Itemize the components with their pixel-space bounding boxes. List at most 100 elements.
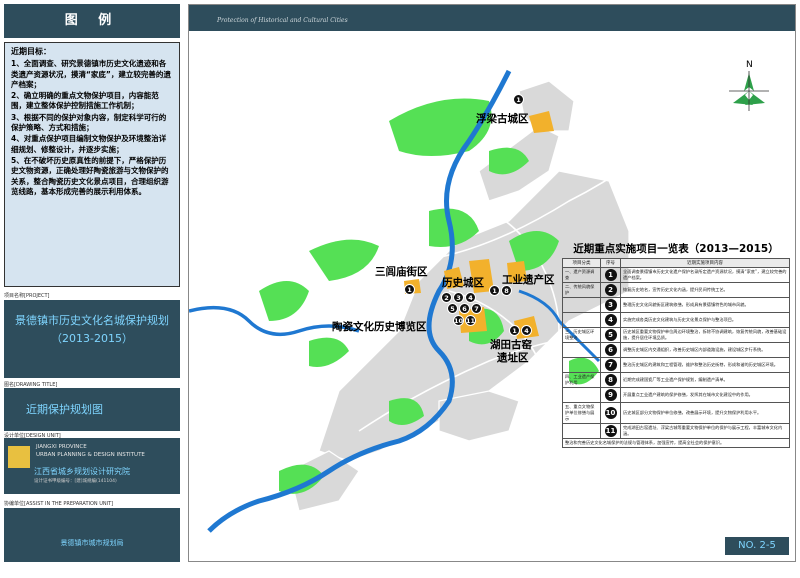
table-row: 9 开展重点工业遗产建筑的保护修缮，发挥其在城市文化建设中的作用。 xyxy=(562,387,790,403)
goal-item: 1、全面调查、研究景德镇市历史文化遗迹和各类遗产资源状况，摸清“家底”，建立较完… xyxy=(11,59,171,89)
row-number: 8 xyxy=(604,374,617,386)
row-number: 1 xyxy=(604,269,617,281)
unit-cert: 设计证书甲级编号：[建]城规编(141104) xyxy=(34,479,117,484)
sheet-number: NO. 2-5 xyxy=(725,537,789,555)
table-header: 序号 xyxy=(600,258,621,268)
table-cell-category xyxy=(562,357,601,373)
goal-item: 4、对重点保护项目编制文物保护及环境整治详细规划、修整设计，并逐步实施； xyxy=(11,134,167,154)
project-table: 近期重点实施项目一览表（2013—2015） 项目分类 序号 近期实施项目内容 … xyxy=(562,241,790,448)
table-cell-text: 整理历史文化风貌街区建筑修缮，形成具有景德镇特色的城市风貌。 xyxy=(620,297,790,313)
table-cell-category xyxy=(562,387,601,403)
table-cell-category xyxy=(562,297,601,313)
top-banner: Protection of Historical and Cultural Ci… xyxy=(189,5,795,31)
map-marker-10: 10 xyxy=(453,315,464,326)
table-title: 近期重点实施项目一览表（2013—2015） xyxy=(573,243,779,255)
design-unit-panel: JIANGXI PROVINCE URBAN PLANNING & DESIGN… xyxy=(4,438,180,494)
table-row: 4 实施完成各类历史文化建筑与历史文化景点保护与整治项目。 xyxy=(562,312,790,328)
map-marker-6: 6 xyxy=(459,303,470,314)
table-row: 11 完成湖田古窑遗址、浮梁古城等重要文物保护单位的保护与展示工程，丰富城市文化内… xyxy=(562,423,790,439)
table-row: 五、重点文物保护单位修缮与展示 10 历史城区部分文物保护单位修缮，改善展示环境，提… xyxy=(562,402,790,424)
map-marker-11: 11 xyxy=(465,315,476,326)
label-fuliang: 浮梁古城区 xyxy=(476,113,529,125)
table-header: 近期实施项目内容 xyxy=(620,258,790,268)
assist-label: 协编单位[ASSIST IN THE PREPARATION UNIT] xyxy=(4,501,114,507)
map-marker-2: 2 xyxy=(441,292,452,303)
goals-panel: 近期目标： 1、全面调查、研究景德镇市历史文化遗迹和各类遗产资源状况，摸清“家底… xyxy=(4,42,180,287)
goal-item: 5、在不破坏历史原真性的前提下，严格保护历史文物资源，正确处理好陶瓷旅游与文物保… xyxy=(11,155,169,196)
map-marker-4b: 4 xyxy=(521,325,532,336)
table-cell-category xyxy=(562,312,601,328)
north-arrow-icon: N xyxy=(729,60,769,111)
table-cell-text: 历史城区重要文物保护单位周边环境整治，拆除不协调建筑，恢复传统风貌，改善基础设施… xyxy=(620,327,790,343)
map-marker-8: 8 xyxy=(501,285,512,296)
table-cell-text: 开展重点工业遗产建筑的保护修缮，发挥其在城市文化建设中的作用。 xyxy=(620,387,790,403)
label-sanlv: 三闾庙街区 xyxy=(375,266,428,278)
table-header: 项目分类 xyxy=(562,258,601,268)
table-cell-text: 恢复历史地名，宣传历史文化内涵，提升民间传统工艺。 xyxy=(620,282,790,298)
row-number: 4 xyxy=(604,314,617,326)
table-cell-category: 三、历史城区环境整治 xyxy=(562,327,601,343)
map-marker-7: 7 xyxy=(471,303,482,314)
north-label: N xyxy=(746,60,753,70)
table-cell-text: 近期完成建国瓷厂等工业遗产保护规划，编制遗产清单。 xyxy=(620,372,790,388)
table-cell-category: 四、工业遗产保护利用 xyxy=(562,372,601,388)
row-number: 10 xyxy=(604,407,617,419)
goal-item: 3、根据不同的保护对象内容，制定科学可行的保护策略、方式和措施； xyxy=(11,112,167,133)
legend-title: 图 例 xyxy=(4,4,180,38)
assist-unit: 景德镇市城市规划局 xyxy=(4,508,180,562)
map-marker-5: 5 xyxy=(447,303,458,314)
map-panel: Protection of Historical and Cultural Ci… xyxy=(188,4,796,562)
table-cell-text: 历史城区部分文物保护单位修缮，改善展示环境，提升文物保护利用水平。 xyxy=(620,402,790,424)
row-number: 11 xyxy=(604,425,617,437)
table-cell-text: 全面调查景德镇市历史文化遗产保护名录所定遗产资源状况，摸清“家底”，建立较完善的… xyxy=(620,267,790,283)
project-years: （2013-2015） xyxy=(51,332,133,345)
table-cell-text: 整治和完善历史文化名城保护的法规与管理体系，加强宣传，提高全社会的保护意识。 xyxy=(562,438,790,448)
project-table-grid: 项目分类 序号 近期实施项目内容 一、遗产资源调查 1 全面调查景德镇市历史文化遗产… xyxy=(562,258,790,448)
row-number: 2 xyxy=(604,284,617,296)
map-marker-1b: 1 xyxy=(489,285,500,296)
map-marker-3: 3 xyxy=(453,292,464,303)
table-row: 整治和完善历史文化名城保护的法规与管理体系，加强宣传，提高全社会的保护意识。 xyxy=(562,438,790,448)
table-cell-text: 实施完成各类历史文化建筑与历史文化景点保护与整治项目。 xyxy=(620,312,790,328)
goals-title: 近期目标： xyxy=(11,47,51,56)
table-row: 6 调整历史城区内交通组织，改善历史城区内部道路设施，建设城区步行系统。 xyxy=(562,342,790,358)
label-hutian-2: 遗址区 xyxy=(497,352,529,364)
row-number: 7 xyxy=(604,359,617,371)
table-row: 7 整治历史城区的建筑和工程管理，维护和整治历史街巷，形成和谐的历史城区环境。 xyxy=(562,357,790,373)
table-row: 三、历史城区环境整治 5 历史城区重要文物保护单位周边环境整治，拆除不协调建筑，恢复… xyxy=(562,327,790,343)
table-row: 一、遗产资源调查 1 全面调查景德镇市历史文化遗产保护名录所定遗产资源状况，摸清“家… xyxy=(562,267,790,283)
map-marker-4: 4 xyxy=(465,292,476,303)
drawing-label: 图名[DRAWING TITLE] xyxy=(4,382,58,388)
row-number: 5 xyxy=(604,329,617,341)
sidebar: 图 例 近期目标： 1、全面调查、研究景德镇市历史文化遗迹和各类遗产资源状况，摸… xyxy=(0,0,183,566)
row-number: 3 xyxy=(604,299,617,311)
table-cell-text: 完成湖田古窑遗址、浮梁古城等重要文物保护单位的保护与展示工程，丰富城市文化内涵。 xyxy=(620,423,790,439)
map-marker-1c: 1 xyxy=(404,284,415,295)
table-cell-category: 五、重点文物保护单位修缮与展示 xyxy=(562,402,601,424)
label-gongye: 工业遗产区 xyxy=(502,274,555,286)
unit-en-2: URBAN PLANNING & DESIGN INSTITUTE xyxy=(36,452,145,458)
table-cell-category: 二、传统风貌保护 xyxy=(562,282,601,298)
goal-item: 2、确立明确的重点文物保护项目，内容能范围，建立整体保护控制措施工作机制； xyxy=(11,91,159,111)
row-number: 6 xyxy=(604,344,617,356)
label-lishi: 历史城区 xyxy=(442,277,484,289)
project-title: 景德镇市历史文化名城保护规划 xyxy=(15,314,169,327)
table-cell-text: 整治历史城区的建筑和工程管理，维护和整治历史街巷，形成和谐的历史城区环境。 xyxy=(620,357,790,373)
label-taoci: 陶瓷文化历史博览区 xyxy=(332,321,427,333)
table-row: 四、工业遗产保护利用 8 近期完成建国瓷厂等工业遗产保护规划，编制遗产清单。 xyxy=(562,372,790,388)
map-marker-1d: 1 xyxy=(509,325,520,336)
table-cell-category: 一、遗产资源调查 xyxy=(562,267,601,283)
drawing-title: 近期保护规划图 xyxy=(4,388,180,431)
table-row: 二、传统风貌保护 2 恢复历史地名，宣传历史文化内涵，提升民间传统工艺。 xyxy=(562,282,790,298)
table-cell-category xyxy=(562,423,601,439)
table-cell-text: 调整历史城区内交通组织，改善历史城区内部道路设施，建设城区步行系统。 xyxy=(620,342,790,358)
row-number: 9 xyxy=(604,389,617,401)
map-marker-1: 1 xyxy=(513,94,524,105)
project-panel: 景德镇市历史文化名城保护规划 （2013-2015） xyxy=(4,300,180,378)
logo-icon xyxy=(8,446,30,468)
table-cell-category xyxy=(562,342,601,358)
table-header-row: 项目分类 序号 近期实施项目内容 xyxy=(562,258,790,268)
unit-en-1: JIANGXI PROVINCE xyxy=(36,444,87,450)
table-row: 3 整理历史文化风貌街区建筑修缮，形成具有景德镇特色的城市风貌。 xyxy=(562,297,790,313)
project-label: 项目名称[PROJECT] xyxy=(4,293,50,299)
